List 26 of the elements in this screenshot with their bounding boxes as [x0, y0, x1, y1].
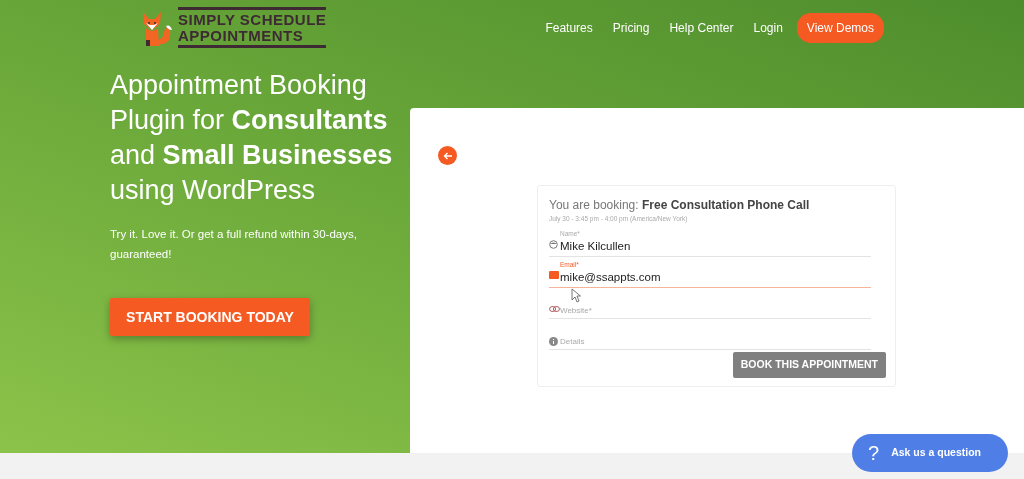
field-label: Details — [560, 335, 585, 348]
input-field[interactable]: Mike Kilcullen — [560, 237, 631, 255]
fox-logo-icon — [140, 10, 174, 49]
field-label: Website* — [560, 304, 592, 317]
link-icon — [549, 305, 560, 312]
hero-heading: Appointment Booking Plugin for Consultants and Small Businesses using WordPress — [110, 69, 394, 207]
chat-button[interactable]: ? Ask us a question — [852, 434, 1008, 472]
nav-link[interactable]: Help Center — [659, 12, 744, 43]
person-icon — [549, 239, 558, 249]
nav-link[interactable]: Login — [743, 12, 793, 43]
hero-subtext: Try it. Love it. Or get a full refund within 30-days, guaranteed! — [110, 227, 358, 262]
info-icon — [549, 336, 558, 346]
question-icon: ? — [868, 438, 880, 468]
nav-link[interactable]: Pricing — [602, 12, 660, 43]
chat-label: Ask us a question — [891, 445, 981, 461]
back-button[interactable] — [438, 146, 457, 165]
view-demos-button[interactable]: View Demos — [796, 12, 884, 43]
input-field[interactable]: mike@ssappts.com — [560, 268, 661, 286]
logo-text: SIMPLY SCHEDULE APPOINTMENTS — [178, 6, 327, 49]
booking-title: You are booking: Free Consultation Phone Call — [549, 197, 811, 214]
start-booking-button[interactable]: START BOOKING TODAY — [110, 298, 310, 336]
book-appointment-button[interactable]: BOOK THIS APPOINTMENT — [732, 352, 886, 378]
left-arrow-icon — [442, 151, 453, 160]
envelope-icon — [549, 270, 559, 279]
nav-link[interactable]: Features — [535, 12, 603, 43]
mouse-cursor-icon — [571, 288, 581, 303]
